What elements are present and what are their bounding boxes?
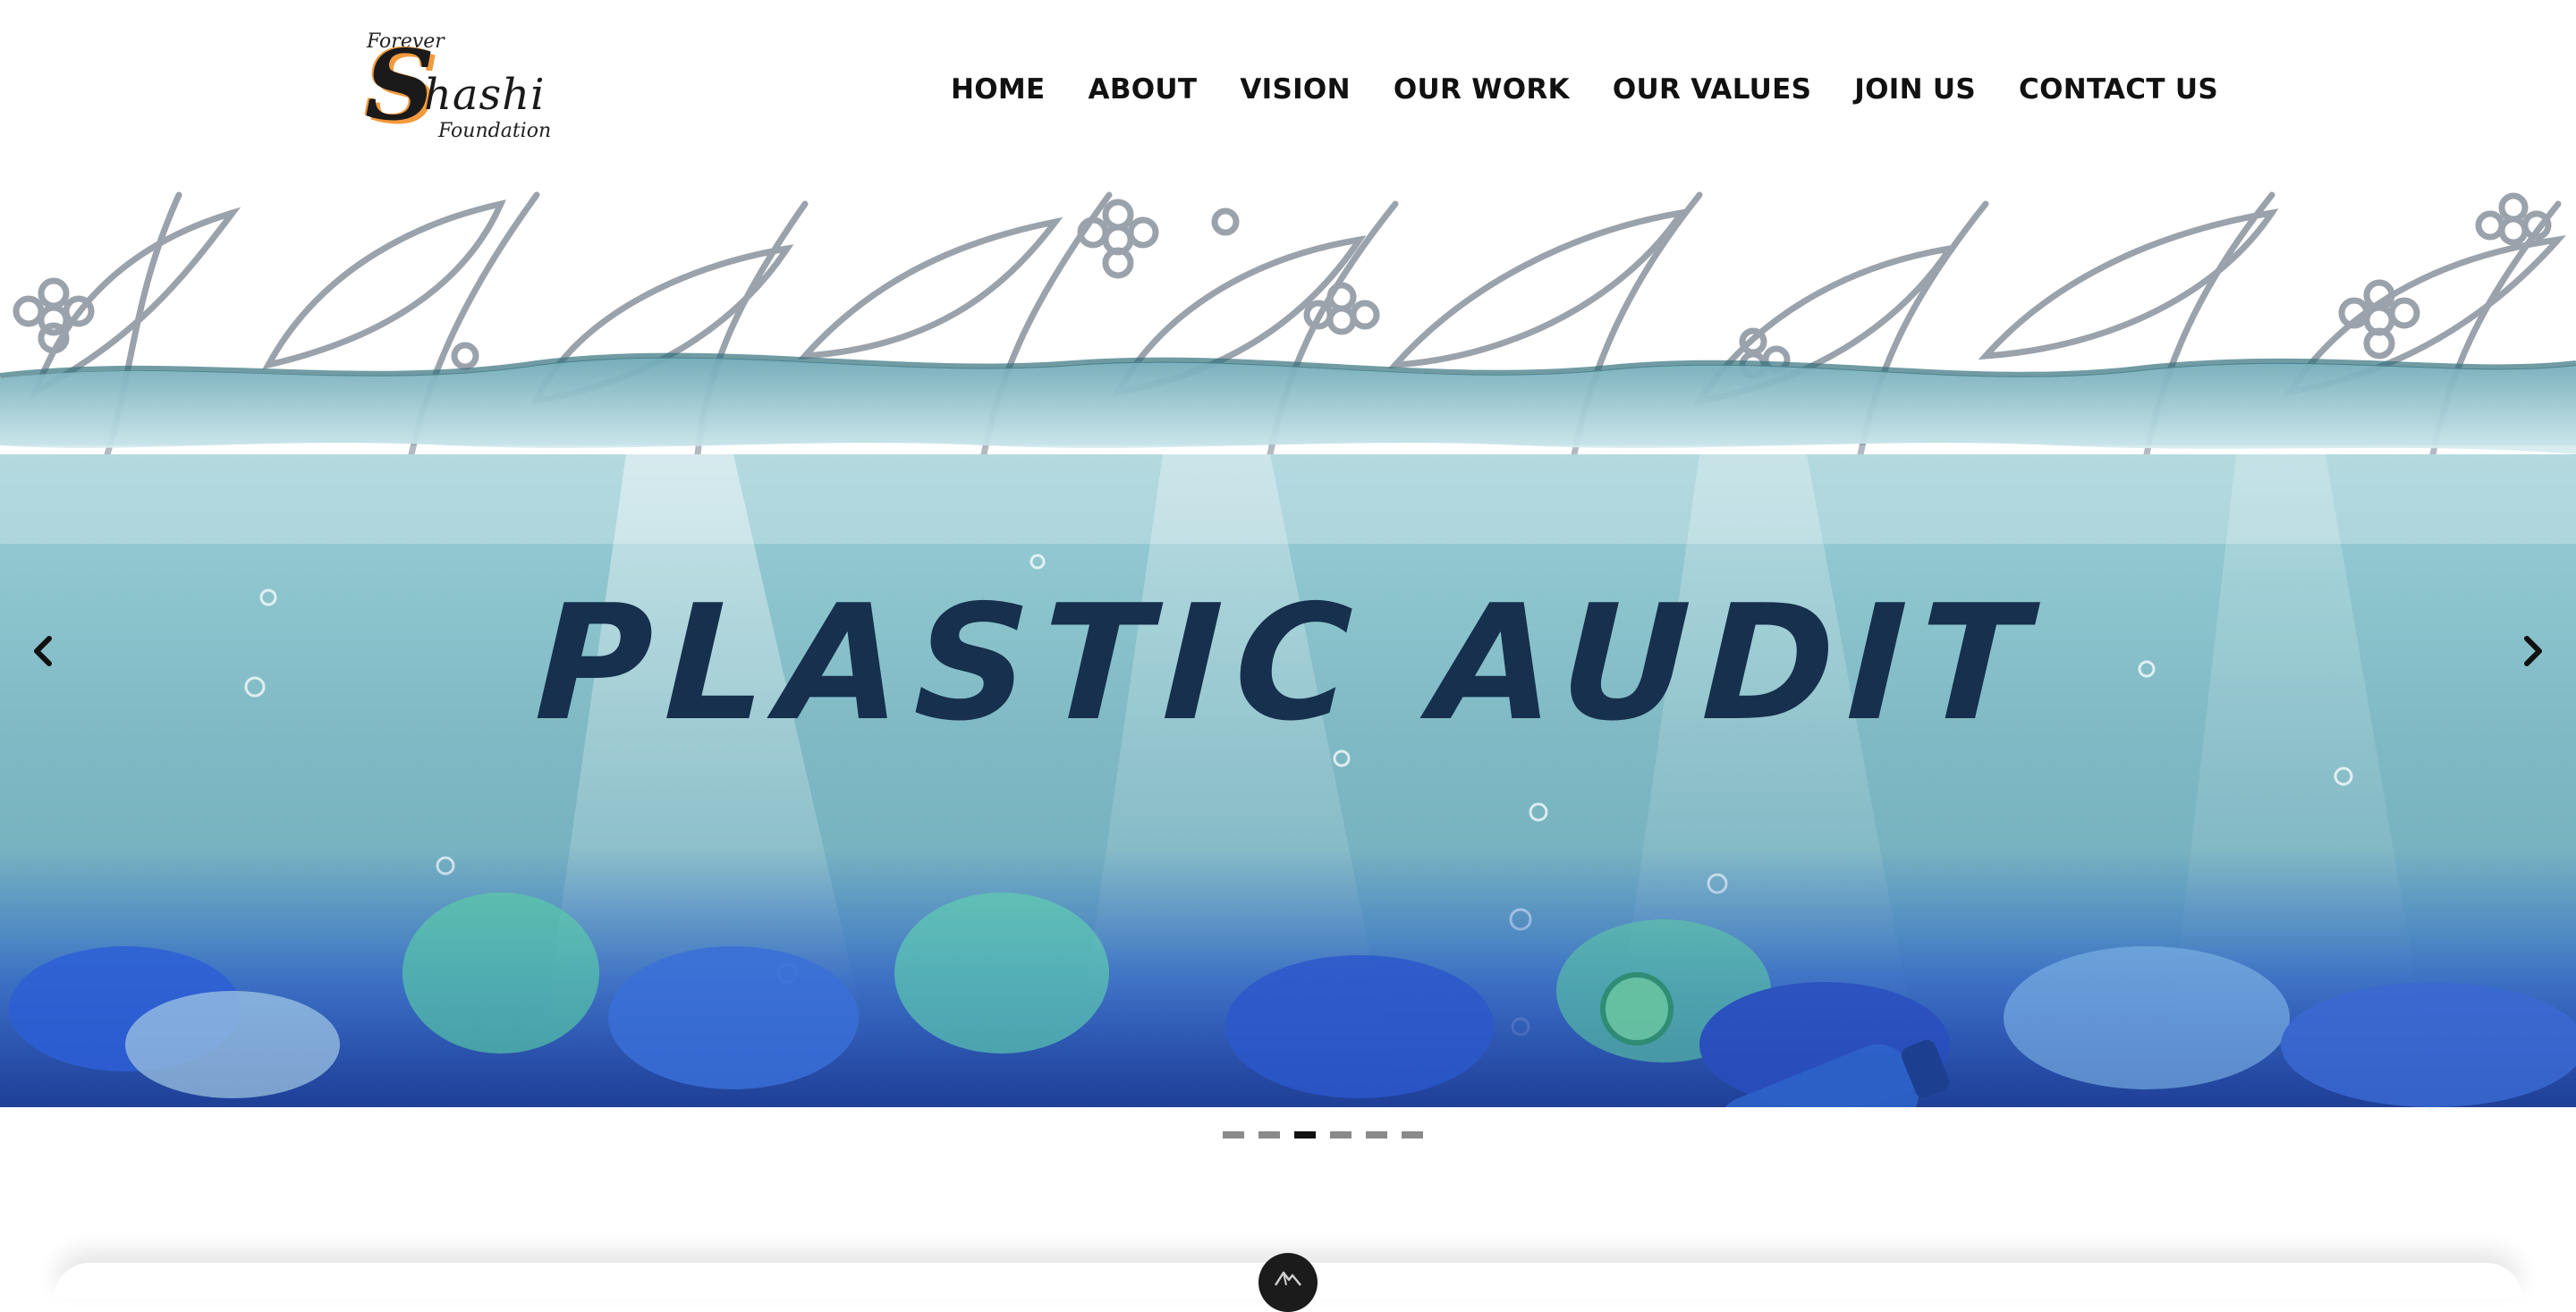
- carousel-prev-button[interactable]: [16, 615, 70, 687]
- nav-contact-us[interactable]: CONTACT US: [2019, 73, 2218, 106]
- slide-title: PLASTIC AUDIT: [532, 571, 2044, 756]
- nav-vision[interactable]: VISION: [1240, 73, 1350, 106]
- carousel-indicators: [1223, 1131, 1423, 1138]
- nav-about[interactable]: ABOUT: [1089, 73, 1198, 106]
- carousel-indicator-4[interactable]: [1330, 1131, 1352, 1138]
- main-nav: HOME ABOUT VISION OUR WORK OUR VALUES JO…: [951, 73, 2218, 106]
- logo-name-text: hashi: [424, 70, 546, 120]
- site-logo[interactable]: Forever S hashi Foundation: [358, 27, 551, 152]
- nav-our-values[interactable]: OUR VALUES: [1613, 73, 1811, 106]
- logo-foundation-text: Foundation: [438, 120, 552, 142]
- carousel-indicator-3[interactable]: [1294, 1131, 1316, 1138]
- mountain-logo-icon: [1274, 1271, 1301, 1286]
- carousel-indicator-1[interactable]: [1223, 1131, 1244, 1138]
- hero-carousel: PLASTIC AUDIT: [0, 186, 2576, 1107]
- chevron-right-icon: [2524, 636, 2542, 666]
- carousel-indicator-5[interactable]: [1366, 1131, 1387, 1138]
- nav-join-us[interactable]: JOIN US: [1854, 73, 1976, 106]
- nav-home[interactable]: HOME: [951, 73, 1046, 106]
- chevron-left-icon: [34, 636, 52, 666]
- site-header: Forever S hashi Foundation HOME ABOUT VI…: [0, 0, 2576, 186]
- carousel-indicator-2[interactable]: [1258, 1131, 1280, 1138]
- carousel-indicator-6[interactable]: [1402, 1131, 1423, 1138]
- carousel-next-button[interactable]: [2506, 615, 2560, 687]
- nav-our-work[interactable]: OUR WORK: [1394, 73, 1570, 106]
- floating-badge-button[interactable]: [1258, 1253, 1318, 1312]
